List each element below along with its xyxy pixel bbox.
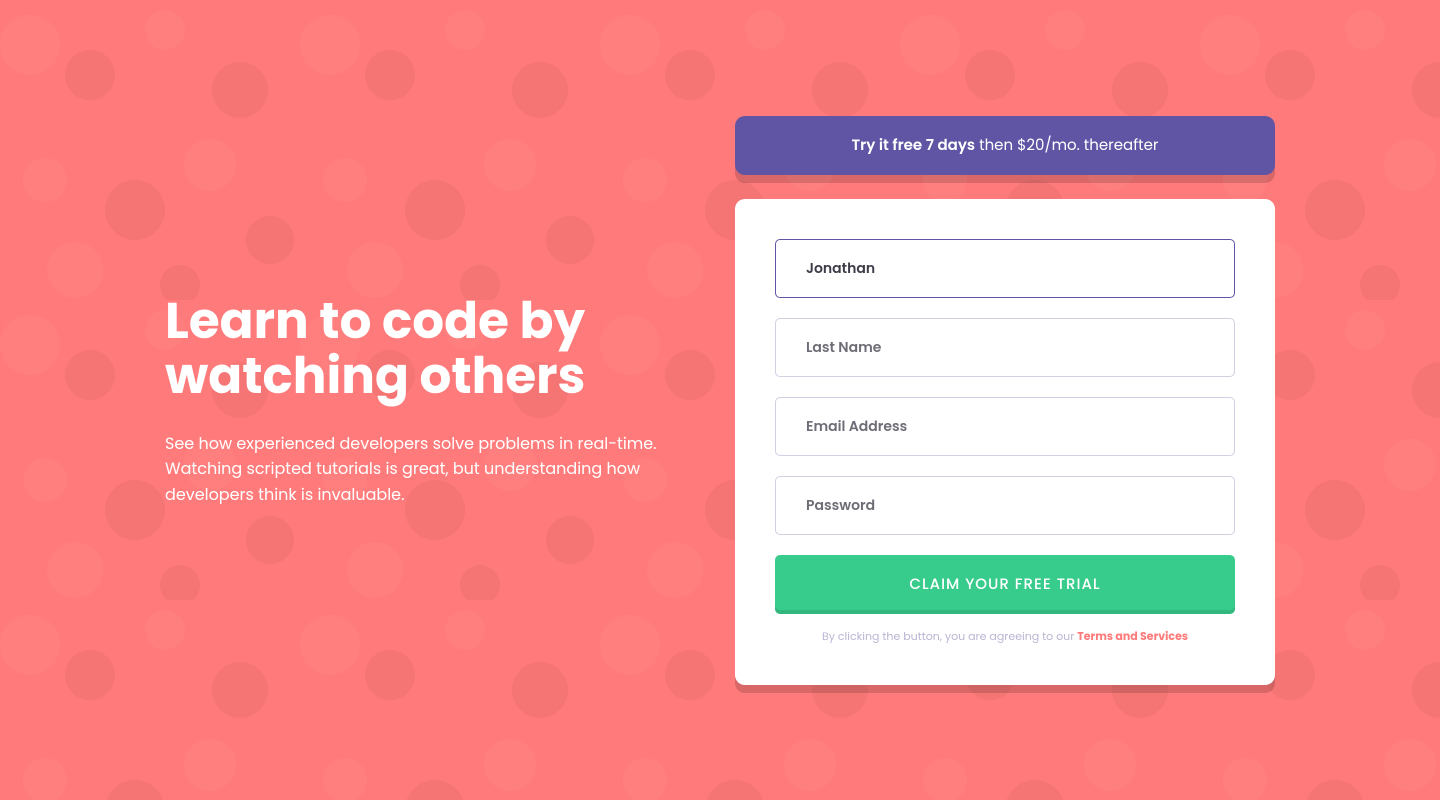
terms-prefix: By clicking the button, you are agreeing… [822,628,1077,644]
hero-section: Learn to code by watching others See how… [165,293,690,508]
terms-link[interactable]: Terms and Services [1077,628,1188,644]
trial-banner-rest: then $20/mo. thereafter [975,135,1158,156]
hero-description: See how experienced developers solve pro… [165,431,690,508]
trial-banner[interactable]: Try it free 7 days then $20/mo. thereaft… [735,116,1275,175]
last-name-input[interactable] [775,318,1235,377]
submit-button[interactable]: CLAIM YOUR FREE TRIAL [775,555,1235,614]
trial-banner-bold: Try it free 7 days [851,135,975,156]
signup-column: Try it free 7 days then $20/mo. thereaft… [735,116,1275,685]
password-input[interactable] [775,476,1235,535]
signup-form: CLAIM YOUR FREE TRIAL By clicking the bu… [735,199,1275,685]
first-name-input[interactable] [775,239,1235,298]
email-input[interactable] [775,397,1235,456]
terms-text: By clicking the button, you are agreeing… [775,628,1235,645]
hero-title: Learn to code by watching others [165,293,690,403]
